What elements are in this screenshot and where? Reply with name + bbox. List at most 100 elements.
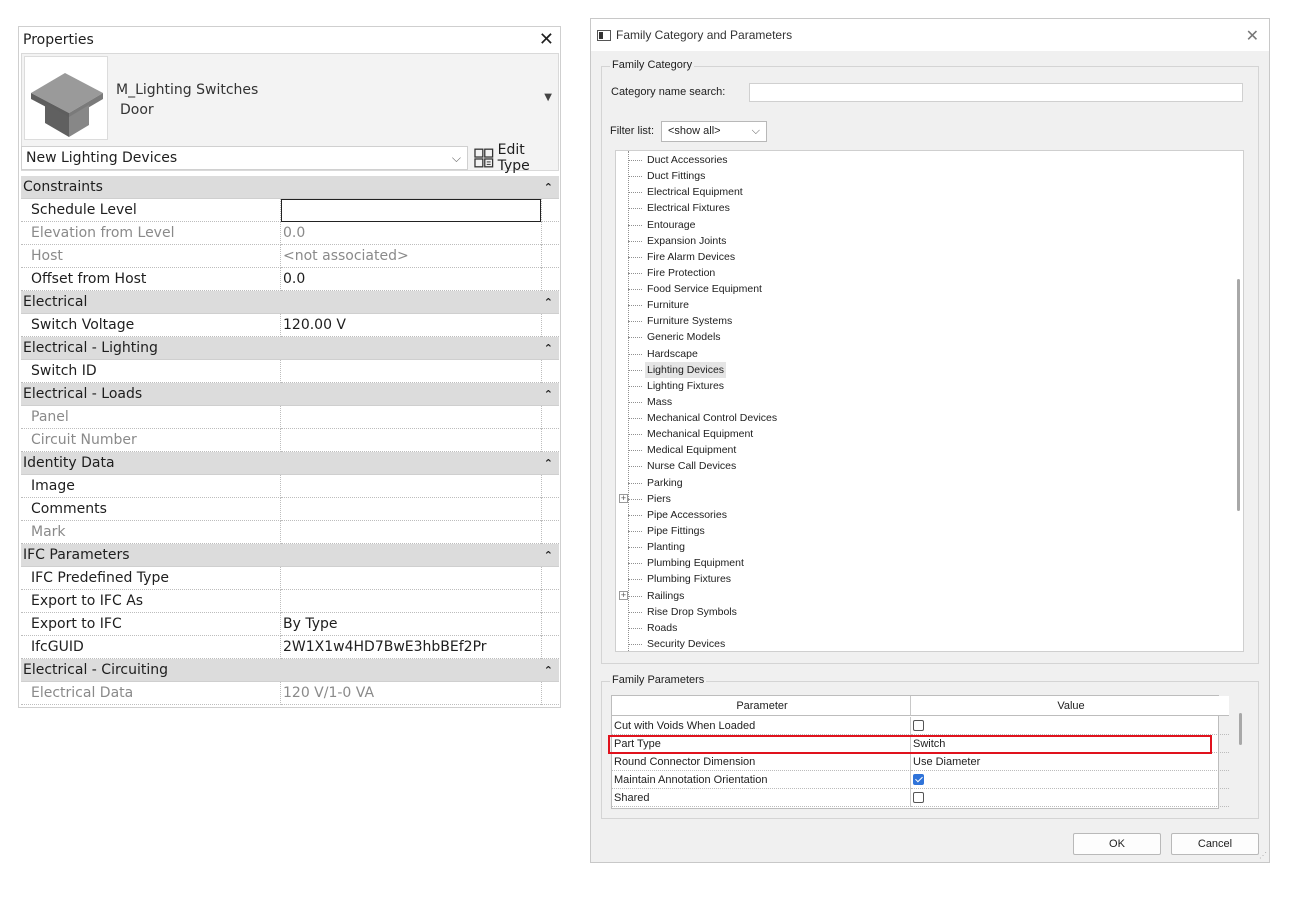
tree-connector [628,530,642,532]
expand-plus-icon[interactable]: + [619,590,628,600]
parameter-row[interactable]: Round Connector Dimension Use Diameter [612,753,1229,771]
property-value[interactable]: 0.0 [281,268,541,291]
collapse-chevron-icon[interactable]: ⌃ [544,342,553,355]
category-search-input[interactable] [749,83,1243,102]
parameter-value-cell[interactable] [911,771,1229,789]
search-label: Category name search: [611,86,726,98]
properties-grid: Constraints ⌃ Schedule Level Elevation from… [21,176,559,705]
property-row[interactable]: Comments [21,498,559,521]
parameter-row[interactable]: Maintain Annotation Orientation [612,771,1229,789]
chevron-down-icon[interactable]: ⌵ [452,147,461,169]
property-row[interactable]: Image [21,475,559,498]
property-value[interactable] [281,360,541,383]
parameter-row[interactable]: Cut with Voids When Loaded [612,717,1229,735]
filter-list-select[interactable]: <show all> ⌵ [661,121,767,142]
parameter-value-cell[interactable] [911,789,1229,807]
category-tree[interactable]: Duct Accessories Duct Fittings Electrical … [615,150,1244,652]
property-value[interactable] [281,590,541,613]
cancel-button[interactable]: Cancel [1171,833,1259,855]
tree-connector [628,482,642,484]
property-row[interactable]: Offset from Host 0.0 [21,268,559,291]
property-value [281,406,541,429]
resize-grip-icon[interactable]: ⋰ [1259,851,1267,860]
property-row-end [541,314,559,337]
property-value[interactable] [281,475,541,498]
category-header[interactable]: Electrical ⌃ [21,291,559,314]
tree-connector [628,240,642,242]
collapse-chevron-icon[interactable]: ⌃ [544,181,553,194]
property-value[interactable]: 120.00 V [281,314,541,337]
property-row[interactable]: IfcGUID 2W1X1w4HD7BwE3hbBEf2Pr [21,636,559,659]
collapse-chevron-icon[interactable]: ⌃ [544,296,553,309]
parameter-row[interactable]: Shared [612,789,1229,807]
property-row[interactable]: Export to IFC By Type [21,613,559,636]
value-column-header[interactable]: Value [911,696,1229,716]
tree-connector [628,208,642,210]
parameter-value-cell[interactable] [911,717,1229,735]
tree-connector [628,643,642,645]
category-name: Planting [647,541,685,554]
expand-plus-icon[interactable]: + [619,493,628,503]
category-header[interactable]: Electrical - Lighting ⌃ [21,337,559,360]
category-name: Medical Equipment [647,444,737,457]
parameter-column-header[interactable]: Parameter [612,696,911,716]
chevron-down-icon[interactable]: ⌵ [752,122,760,141]
property-row[interactable]: Export to IFC As [21,590,559,613]
collapse-chevron-icon[interactable]: ⌃ [544,549,553,562]
property-value[interactable]: By Type [281,613,541,636]
parameter-name: Cut with Voids When Loaded [612,717,911,735]
property-row[interactable]: Panel [21,406,559,429]
property-name: Switch ID [21,360,281,383]
properties-panel: Properties ✕ M_Lighting Switches Door ▼ … [18,26,561,708]
params-scrollbar-thumb[interactable] [1239,713,1242,745]
property-value[interactable] [281,498,541,521]
category-header-label: Electrical - Loads [23,386,143,402]
category-name: Duct Fittings [647,170,706,183]
category-header[interactable]: Constraints ⌃ [21,176,559,199]
category-name: Expansion Joints [647,234,727,247]
property-value [281,521,541,544]
category-name: Electrical Fixtures [647,202,730,215]
collapse-chevron-icon[interactable]: ⌃ [544,388,553,401]
property-row[interactable]: Circuit Number [21,429,559,452]
category-header[interactable]: Electrical - Loads ⌃ [21,383,559,406]
category-name: Parking [647,476,683,489]
property-value[interactable] [281,199,541,222]
category-name: Electrical Equipment [647,186,743,199]
close-icon[interactable]: ✕ [1246,26,1259,46]
property-name: IfcGUID [21,636,281,659]
property-row[interactable]: IFC Predefined Type [21,567,559,590]
parameter-value[interactable]: Use Diameter [913,756,980,768]
checkbox[interactable] [913,792,924,804]
property-row[interactable]: Elevation from Level 0.0 [21,222,559,245]
property-row-end [541,475,559,498]
instance-type-selector[interactable]: New Lighting Devices ⌵ [21,146,468,170]
dropdown-arrow-icon[interactable]: ▼ [544,92,552,103]
property-value[interactable]: 2W1X1w4HD7BwE3hbBEf2Pr [281,636,541,659]
ok-button[interactable]: OK [1073,833,1161,855]
category-header[interactable]: Electrical - Circuiting ⌃ [21,659,559,682]
edit-type-icon [474,148,494,168]
checkbox[interactable] [913,720,924,732]
category-name: Furniture Systems [647,315,733,328]
property-value[interactable] [281,567,541,590]
property-row[interactable]: Mark [21,521,559,544]
close-icon[interactable]: ✕ [539,31,554,49]
property-value [281,429,541,452]
collapse-chevron-icon[interactable]: ⌃ [544,664,553,677]
property-name: Switch Voltage [21,314,281,337]
edit-type-button[interactable]: Edit Type [474,142,560,174]
tree-scrollbar-thumb[interactable] [1237,279,1240,511]
property-row[interactable]: Schedule Level [21,199,559,222]
collapse-chevron-icon[interactable]: ⌃ [544,457,553,470]
property-name: Image [21,475,281,498]
category-header[interactable]: IFC Parameters ⌃ [21,544,559,567]
property-row[interactable]: Electrical Data 120 V/1-0 VA [21,682,559,705]
checkbox-checked[interactable] [913,774,924,786]
property-row[interactable]: Switch ID [21,360,559,383]
parameter-value-cell[interactable]: Use Diameter [911,753,1229,771]
category-header[interactable]: Identity Data ⌃ [21,452,559,475]
property-row[interactable]: Host <not associated> [21,245,559,268]
filter-list-value: <show all> [668,125,721,137]
property-row[interactable]: Switch Voltage 120.00 V [21,314,559,337]
